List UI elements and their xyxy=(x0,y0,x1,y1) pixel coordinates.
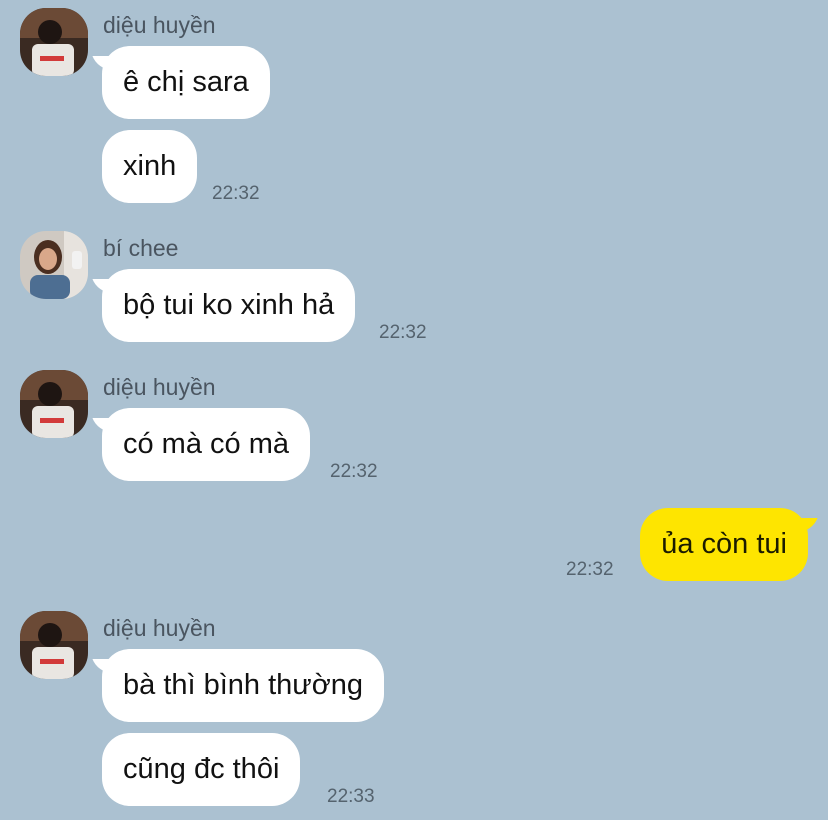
message-timestamp: 22:32 xyxy=(330,461,378,482)
outgoing-message-bubble[interactable]: ủa còn tui xyxy=(640,508,808,581)
chat-thread[interactable]: diệu huyền ê chị sara xinh 22:32 bí chee… xyxy=(0,0,828,820)
sender-avatar-dieu-huyen[interactable] xyxy=(20,370,88,438)
sender-name: diệu huyền xyxy=(103,374,216,400)
message-bubble[interactable]: xinh xyxy=(102,130,198,203)
sender-avatar-dieu-huyen[interactable] xyxy=(20,611,88,679)
sender-name: bí chee xyxy=(103,235,179,261)
sender-avatar-bi-chee[interactable] xyxy=(20,231,88,299)
message-timestamp: 22:32 xyxy=(566,559,614,580)
message-timestamp: 22:32 xyxy=(212,183,260,204)
message-bubble[interactable]: ê chị sara xyxy=(102,46,270,119)
message-bubble[interactable]: cũng đc thôi xyxy=(102,733,301,806)
message-timestamp: 22:32 xyxy=(379,322,427,343)
message-bubble[interactable]: bộ tui ko xinh hả xyxy=(102,269,356,342)
message-bubble[interactable]: có mà có mà xyxy=(102,408,310,481)
message-bubble[interactable]: bà thì bình thường xyxy=(102,649,384,722)
sender-name: diệu huyền xyxy=(103,12,216,38)
sender-name: diệu huyền xyxy=(103,615,216,641)
sender-avatar-dieu-huyen[interactable] xyxy=(20,8,88,76)
message-timestamp: 22:33 xyxy=(327,786,375,807)
